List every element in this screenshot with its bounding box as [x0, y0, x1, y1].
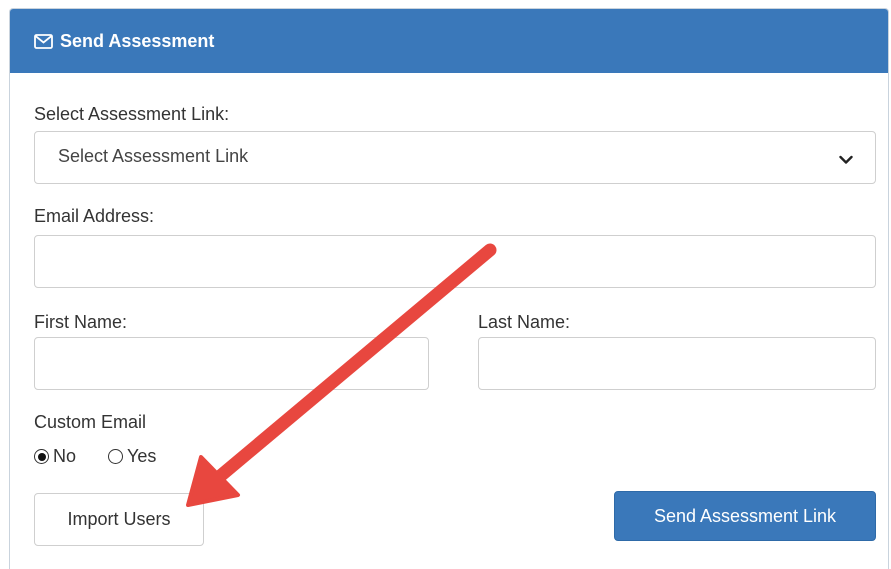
assessment-link-label: Select Assessment Link: [34, 104, 230, 124]
last-name-label: Last Name: [478, 312, 571, 332]
send-assessment-link-button[interactable]: Send Assessment Link [614, 491, 876, 541]
last-name-field[interactable] [478, 337, 876, 390]
first-name-field[interactable] [34, 337, 429, 390]
radio-no[interactable] [34, 449, 49, 464]
radio-yes-label: Yes [127, 446, 157, 466]
assessment-link-selected-value: Select Assessment Link [58, 146, 249, 166]
envelope-icon [34, 33, 54, 49]
radio-no-label: No [53, 446, 77, 466]
panel-title: Send Assessment [60, 30, 215, 51]
assessment-link-select[interactable]: Select Assessment Link [34, 131, 876, 184]
first-name-label: First Name: [34, 312, 128, 332]
send-assessment-panel: Send Assessment [9, 8, 889, 569]
radio-yes[interactable] [108, 449, 124, 464]
chevron-down-icon [839, 152, 853, 170]
custom-email-radio-group: No Yes [34, 446, 156, 467]
email-label: Email Address: [34, 206, 155, 226]
import-users-button[interactable]: Import Users [34, 493, 204, 546]
email-field[interactable] [34, 235, 876, 288]
panel-header: Send Assessment [10, 9, 888, 73]
custom-email-label: Custom Email [34, 412, 147, 432]
